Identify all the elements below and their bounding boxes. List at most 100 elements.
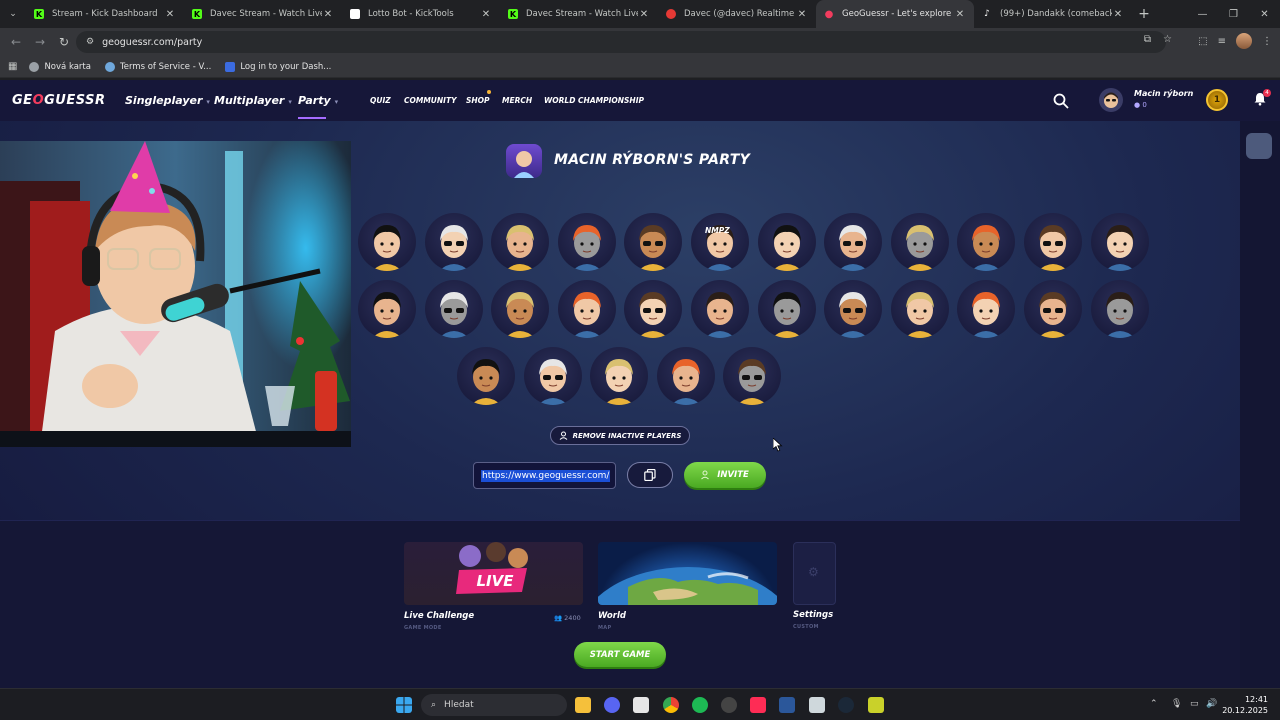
menu-icon[interactable]: ⋮ [1262,36,1272,47]
nav-merch[interactable]: MERCH [502,96,532,105]
player-avatar[interactable] [1090,213,1149,271]
taskbar-clock[interactable]: 12:41 20.12.2025 [1222,694,1268,716]
tray-chevron-icon[interactable]: ⌃ [1150,699,1158,709]
player-avatar[interactable] [656,347,715,405]
copy-link-button[interactable] [627,462,673,488]
volume-icon[interactable]: 🔊 [1206,699,1217,709]
player-avatar[interactable] [757,213,816,271]
player-avatar[interactable] [624,280,683,338]
player-avatar[interactable] [491,213,550,271]
microphone-icon[interactable]: 🎙 [1171,699,1182,709]
player-avatar[interactable] [557,280,616,338]
nav-community[interactable]: COMMUNITY [404,96,457,105]
level-badge[interactable]: 1 [1206,89,1228,111]
player-avatar[interactable] [757,280,816,338]
player-avatar[interactable] [491,280,550,338]
spotify-icon[interactable] [692,697,708,713]
site-info-icon[interactable]: ⚙ [86,37,94,47]
search-icon[interactable] [1053,93,1069,109]
party-member-avatar[interactable] [1246,133,1272,159]
close-tab-icon[interactable]: ✕ [1112,9,1124,20]
player-avatar[interactable] [358,213,416,271]
player-avatar[interactable] [424,280,483,338]
close-tab-icon[interactable]: ✕ [954,9,966,20]
nav-world-championship[interactable]: WORLD CHAMPIONSHIP [544,96,644,105]
player-avatar[interactable] [957,213,1016,271]
player-avatar[interactable] [957,280,1016,338]
user-name[interactable]: Macin rýborn [1134,89,1193,98]
player-avatar[interactable] [557,213,616,271]
player-avatar[interactable] [624,213,683,271]
tiktok-live-icon[interactable] [750,697,766,713]
player-avatar[interactable] [824,280,883,338]
steam-icon[interactable] [838,697,854,713]
player-avatar[interactable] [691,280,749,338]
browser-tab[interactable]: Lotto Bot - KickTools ✕ [342,0,500,28]
obs-icon[interactable] [721,697,737,713]
bookmark-item[interactable]: Log in to your Dash... [225,61,331,72]
browser-tab[interactable]: K Stream - Kick Dashboard ✕ [26,0,184,28]
browser-tab[interactable]: Davec (@davec) Realtime Kick ✕ [658,0,816,28]
file-explorer-icon[interactable] [575,697,591,713]
bookmark-item[interactable]: Nová karta [29,61,91,72]
player-avatar[interactable] [424,213,483,271]
forward-icon[interactable]: → [28,35,52,49]
address-bar[interactable]: ⚙ geoguessr.com/party [76,31,1166,53]
user-avatar[interactable] [1099,88,1123,112]
player-avatar[interactable] [1024,213,1082,271]
player-avatar[interactable] [358,280,416,338]
invite-link-field[interactable]: https://www.geoguessr.com/ [473,462,616,489]
close-tab-icon[interactable]: ✕ [638,9,650,20]
taskbar-search[interactable]: ⌕ Hledat [421,694,567,716]
settings-card[interactable]: ⚙ [793,542,836,605]
geoguessr-logo[interactable]: GEOGUESSR [12,93,106,108]
browser-tab[interactable]: ♪ (99+) Dandakk (comeback) (@c ✕ [974,0,1132,28]
apps-grid-icon[interactable]: ▦ [8,61,17,72]
browser-tab-active[interactable]: ● GeoGuessr - Let's explore the w ✕ [816,0,974,28]
network-icon[interactable]: ▭ [1190,699,1199,709]
close-tab-icon[interactable]: ✕ [164,9,176,20]
notepad-icon[interactable] [809,697,825,713]
extensions-icon[interactable]: ⬚ [1198,36,1207,47]
player-avatar[interactable] [457,347,515,405]
player-avatar[interactable] [890,213,949,271]
minimize-icon[interactable]: — [1187,0,1218,28]
close-tab-icon[interactable]: ✕ [322,9,334,20]
tab-search-chevron-icon[interactable]: ⌄ [0,0,26,28]
back-icon[interactable]: ← [4,35,28,49]
chrome-icon[interactable] [663,697,679,713]
word-icon[interactable] [779,697,795,713]
windows-start-icon[interactable] [396,697,412,713]
nav-singleplayer[interactable]: Singleplayer ▾ [125,94,210,107]
discord-icon[interactable] [604,697,620,713]
player-avatar[interactable] [590,347,649,405]
bookmark-star-icon[interactable]: ☆ [1163,34,1172,45]
player-avatar[interactable] [723,347,782,405]
invite-button[interactable]: INVITE [684,462,766,488]
restore-icon[interactable]: ❐ [1218,0,1249,28]
remove-inactive-players-button[interactable]: REMOVE INACTIVE PLAYERS [550,426,690,445]
player-avatar[interactable] [523,347,582,405]
app-icon[interactable] [868,697,884,713]
player-avatar[interactable] [1024,280,1082,338]
reading-list-icon[interactable]: ≡ [1218,36,1226,47]
nav-quiz[interactable]: QUIZ [370,96,391,105]
profile-avatar[interactable] [1236,33,1252,49]
browser-tab[interactable]: K Davec Stream - Watch Live on K ✕ [500,0,658,28]
player-avatar[interactable] [890,280,949,338]
live-challenge-card[interactable]: LIVE [404,542,583,605]
install-app-icon[interactable]: ⧉ [1144,34,1151,45]
close-tab-icon[interactable]: ✕ [480,9,492,20]
world-map-card[interactable] [598,542,777,605]
browser-tab[interactable]: K Davec Stream - Watch Live on K ✕ [184,0,342,28]
bookmark-item[interactable]: Terms of Service - V... [104,61,211,72]
nav-shop[interactable]: SHOP [466,96,490,105]
nav-party[interactable]: Party ▾ [298,94,338,107]
player-avatar[interactable] [824,213,883,271]
new-tab-icon[interactable]: + [1132,6,1156,22]
reload-icon[interactable]: ↻ [52,35,76,49]
close-tab-icon[interactable]: ✕ [796,9,808,20]
close-window-icon[interactable]: ✕ [1249,0,1280,28]
player-avatar[interactable] [1090,280,1149,338]
start-game-button[interactable]: START GAME [574,642,666,667]
